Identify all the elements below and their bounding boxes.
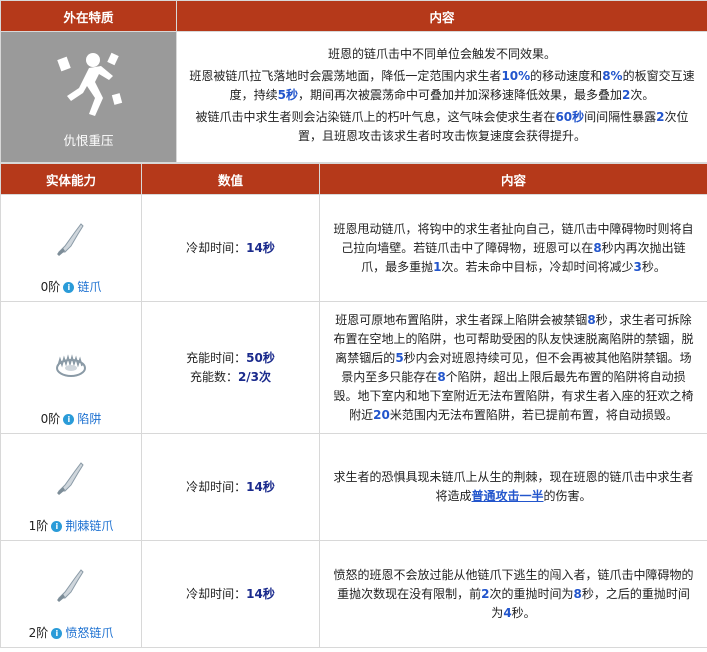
ability-link-chain-claw[interactable]: 链爪 — [77, 280, 101, 294]
ability-values: 充能时间：50秒 充能数：2/3次 — [141, 301, 320, 434]
ability-desc: 求生者的恐惧具现未链爪上从生的荆棘，现在班恩的链爪击中求生者将造成普通攻击一半的… — [319, 433, 707, 541]
chain-claw-icon — [57, 223, 84, 256]
trait-header-row: 外在特质 内容 — [0, 0, 707, 32]
abilities-table: 实体能力 数值 内容 0阶 i 链爪 冷却时间：14秒 班恩甩动链爪，将钩中的求生者… — [0, 163, 707, 648]
trait-para3: 被链爪击中求生者则会沾染链爪上的朽叶气息，这气味会使求生者在60秒间间隔性暴露2… — [195, 110, 689, 143]
ability-desc: 愤怒的班恩不会放过能从他链爪下逃生的闯入者，链爪击中障碍物的重抛次数现在没有限制… — [319, 540, 707, 648]
ability-row: 0阶 i 链爪 冷却时间：14秒 班恩甩动链爪，将钩中的求生者扯向自己，链爪击中障碍… — [0, 194, 707, 302]
ability-values: 冷却时间：14秒 — [141, 540, 320, 648]
trait-row: 仇恨重压 班恩的链爪击中不同单位会触发不同效果。 班恩被链爪拉飞落地时会震荡地面… — [0, 31, 707, 163]
chain-claw-icon — [57, 569, 84, 602]
info-icon[interactable]: i — [51, 628, 63, 639]
trait-icon-cell: 仇恨重压 — [0, 31, 177, 163]
ability-values: 冷却时间：14秒 — [141, 194, 320, 302]
header-ability: 实体能力 — [0, 163, 142, 195]
header-desc: 内容 — [319, 163, 707, 195]
trait-table: 外在特质 内容 仇恨重压 班恩的链爪击中不同单位会触发不同效果。 班恩被链爪拉飞… — [0, 0, 707, 163]
info-icon[interactable]: i — [63, 414, 75, 425]
trait-para2: 班恩被链爪拉飞落地时会震荡地面，降低一定范围内求生者10%的移动速度和8%的板窗… — [189, 69, 695, 102]
ability-label: 2阶 i 愤怒链爪 — [28, 626, 114, 640]
ability-cell: 2阶 i 愤怒链爪 — [0, 540, 142, 648]
ability-cell: 0阶 i 链爪 — [0, 194, 142, 302]
bear-trap-icon — [56, 354, 86, 377]
header-content: 内容 — [176, 0, 707, 32]
ability-link-thorn-claw[interactable]: 荆棘链爪 — [65, 519, 113, 533]
ability-label: 0阶 i 陷阱 — [40, 412, 102, 426]
info-icon[interactable]: i — [51, 521, 63, 532]
ability-label: 1阶 i 荆棘链爪 — [28, 519, 114, 533]
running-figure-icon — [56, 52, 122, 116]
abilities-header-row: 实体能力 数值 内容 — [0, 163, 707, 195]
info-icon[interactable]: i — [63, 282, 75, 293]
header-value: 数值 — [141, 163, 320, 195]
ability-values: 冷却时间：14秒 — [141, 433, 320, 541]
ability-desc: 班恩可原地布置陷阱，求生者踩上陷阱会被禁锢8秒，求生者可拆除布置在空地上的陷阱，… — [319, 301, 707, 434]
trait-description: 班恩的链爪击中不同单位会触发不同效果。 班恩被链爪拉飞落地时会震荡地面，降低一定… — [176, 31, 707, 163]
ability-cell: 1阶 i 荆棘链爪 — [0, 433, 142, 541]
chain-claw-icon — [57, 462, 84, 495]
ability-row: 0阶 i 陷阱 充能时间：50秒 充能数：2/3次 班恩可原地布置陷阱，求生者踩上陷… — [0, 301, 707, 434]
ability-desc: 班恩甩动链爪，将钩中的求生者扯向自己，链爪击中障碍物时则将自己拉向墙壁。若链爪击… — [319, 194, 707, 302]
ability-link-trap[interactable]: 陷阱 — [77, 412, 101, 426]
header-trait: 外在特质 — [0, 0, 177, 32]
ability-link-wrath-claw[interactable]: 愤怒链爪 — [65, 626, 113, 640]
ability-label: 0阶 i 链爪 — [40, 280, 102, 294]
trait-para1: 班恩的链爪击中不同单位会触发不同效果。 — [327, 47, 556, 61]
ability-row: 2阶 i 愤怒链爪 冷却时间：14秒 愤怒的班恩不会放过能从他链爪下逃生的闯入者，链… — [0, 540, 707, 648]
ability-row: 1阶 i 荆棘链爪 冷却时间：14秒 求生者的恐惧具现未链爪上从生的荆棘，现在班恩的… — [0, 433, 707, 541]
ability-cell: 0阶 i 陷阱 — [0, 301, 142, 434]
trait-name: 仇恨重压 — [63, 132, 114, 148]
